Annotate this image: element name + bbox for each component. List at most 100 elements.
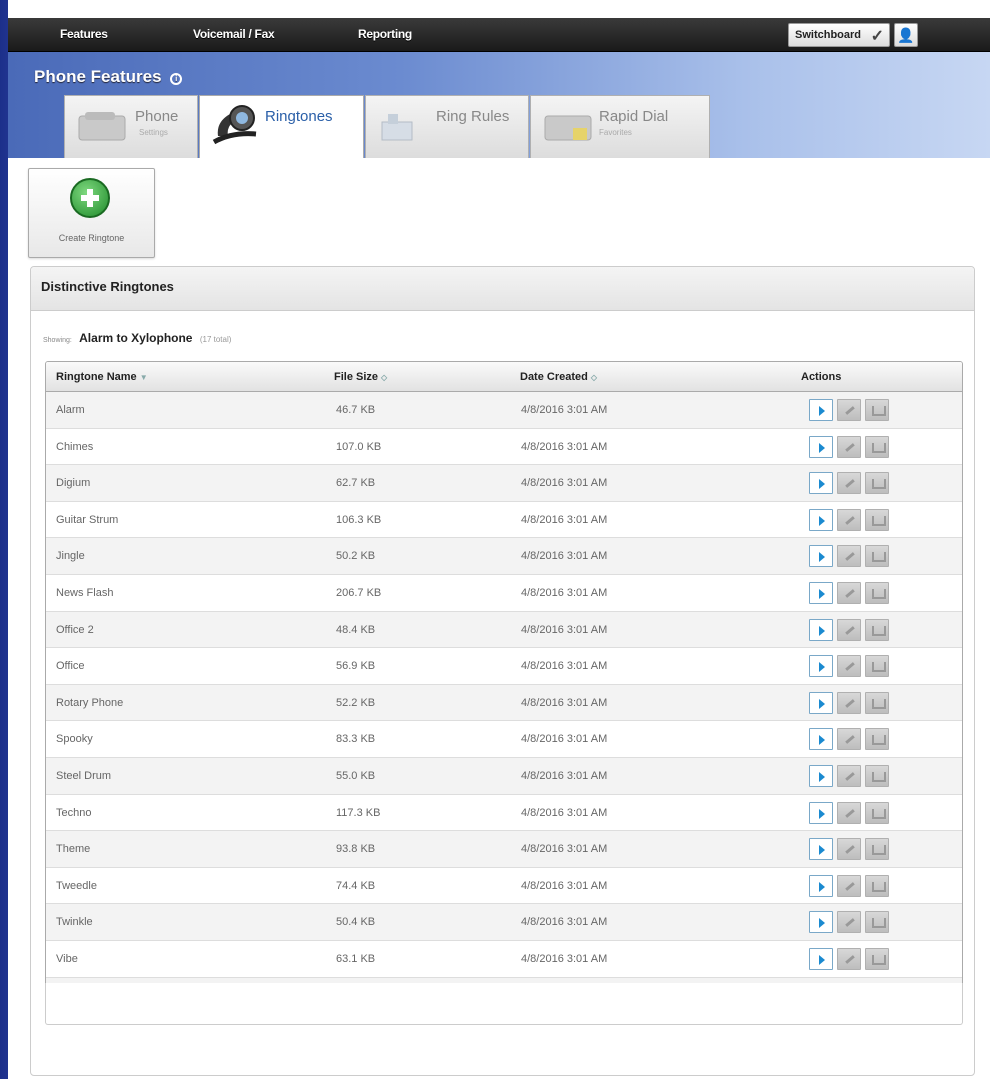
play-button[interactable] — [809, 728, 833, 751]
ringtone-name-cell: Office 2 — [56, 623, 94, 636]
date-created-cell: 4/8/2016 3:01 AM — [521, 733, 608, 746]
file-size-cell: 74.4 KB — [336, 879, 376, 892]
delete-button[interactable] — [865, 545, 889, 568]
play-button[interactable] — [809, 618, 833, 641]
tab-ringtones[interactable]: Ringtones — [199, 95, 364, 159]
delete-button[interactable] — [865, 764, 889, 787]
edit-button[interactable] — [837, 801, 861, 824]
edit-button[interactable] — [837, 472, 861, 495]
column-header-name[interactable]: Ringtone Name ▼ — [56, 371, 148, 383]
play-button[interactable] — [809, 764, 833, 787]
edit-button[interactable] — [837, 581, 861, 604]
nav-voicemail-fax[interactable]: Voicemail / Fax — [193, 27, 275, 41]
sort-icon: ◇ — [590, 373, 598, 382]
ringtone-name-cell: Theme — [56, 843, 91, 856]
date-created-cell: 4/8/2016 3:01 AM — [521, 440, 608, 453]
edit-button[interactable] — [837, 728, 861, 751]
ring-rules-icon — [381, 114, 413, 141]
tab-phone-settings[interactable]: Phone Settings — [64, 95, 198, 159]
add-icon — [70, 178, 110, 218]
row-actions — [809, 838, 893, 861]
file-size-cell: 56.9 KB — [336, 660, 376, 673]
delete-button[interactable] — [865, 655, 889, 678]
date-created-cell: 4/8/2016 3:01 AM — [521, 404, 608, 416]
edit-button[interactable] — [837, 618, 861, 641]
play-button[interactable] — [809, 838, 833, 861]
edit-button[interactable] — [837, 435, 861, 458]
delete-button[interactable] — [865, 728, 889, 751]
play-button[interactable] — [809, 472, 833, 495]
showing-range: Alarm to Xylophone — [79, 331, 193, 345]
play-button[interactable] — [809, 911, 833, 934]
sort-icon: ▼ — [139, 373, 148, 382]
table-body: Alarm 46.7 KB 4/8/2016 3:01 AM Chimes 107.0 … — [46, 392, 962, 1015]
date-created-cell: 4/8/2016 3:01 AM — [521, 550, 608, 563]
edit-button[interactable] — [837, 545, 861, 568]
play-button[interactable] — [809, 508, 833, 531]
play-button[interactable] — [809, 399, 833, 421]
ringtone-name-cell: Alarm — [56, 404, 85, 416]
delete-button[interactable] — [865, 874, 889, 897]
edit-button[interactable] — [837, 691, 861, 714]
delete-button[interactable] — [865, 911, 889, 934]
tab-ring-rules[interactable]: Ring Rules — [365, 95, 529, 159]
delete-button[interactable] — [865, 618, 889, 641]
ringtone-name-cell: Spooky — [56, 733, 93, 746]
table-row: Spooky 83.3 KB 4/8/2016 3:01 AM — [46, 721, 962, 758]
delete-button[interactable] — [865, 947, 889, 970]
info-icon[interactable]: i — [170, 73, 183, 85]
play-button[interactable] — [809, 947, 833, 970]
edit-button[interactable] — [837, 947, 861, 970]
play-button[interactable] — [809, 545, 833, 568]
phone-icon — [78, 112, 126, 141]
switchboard-button[interactable]: Switchboard ✓ — [788, 23, 890, 47]
create-ringtone-button[interactable]: Create Ringtone — [28, 168, 155, 258]
nav-features[interactable]: Features — [60, 27, 108, 41]
play-button[interactable] — [809, 874, 833, 897]
edit-button[interactable] — [837, 874, 861, 897]
play-button[interactable] — [809, 581, 833, 604]
delete-button[interactable] — [865, 508, 889, 531]
delete-button[interactable] — [865, 801, 889, 824]
edit-button[interactable] — [837, 838, 861, 861]
nav-reporting[interactable]: Reporting — [358, 27, 412, 41]
row-actions — [809, 947, 893, 970]
file-size-cell: 52.2 KB — [336, 696, 376, 709]
tab-rapid-dial[interactable]: Rapid Dial Favorites — [530, 95, 710, 159]
delete-button[interactable] — [865, 838, 889, 861]
play-button[interactable] — [809, 435, 833, 458]
play-button[interactable] — [809, 801, 833, 824]
ringtone-name-cell: Steel Drum — [56, 769, 112, 782]
delete-button[interactable] — [865, 399, 889, 421]
date-created-cell: 4/8/2016 3:01 AM — [521, 586, 608, 599]
delete-button[interactable] — [865, 581, 889, 604]
column-header-size[interactable]: File Size ◇ — [334, 371, 387, 383]
delete-button[interactable] — [865, 435, 889, 458]
main-content: Create Ringtone Distinctive Ringtones Sh… — [8, 158, 990, 1079]
row-actions — [809, 874, 893, 897]
delete-button[interactable] — [865, 472, 889, 495]
play-button[interactable] — [809, 691, 833, 714]
ringtone-name-cell: Techno — [56, 806, 92, 819]
table-row: Alarm 46.7 KB 4/8/2016 3:01 AM — [46, 392, 962, 429]
play-button[interactable] — [809, 655, 833, 678]
edit-button[interactable] — [837, 764, 861, 787]
showing-prefix: Showing: — [43, 337, 72, 344]
edit-button[interactable] — [837, 399, 861, 421]
user-icon[interactable]: 👤 — [894, 23, 918, 47]
tab-label: Phone — [135, 108, 179, 125]
showing-total: (17 total) — [199, 335, 232, 344]
file-size-cell: 48.4 KB — [336, 623, 376, 636]
file-size-cell: 206.7 KB — [336, 586, 382, 599]
edit-button[interactable] — [837, 655, 861, 678]
edit-button[interactable] — [837, 508, 861, 531]
row-actions — [809, 911, 893, 934]
page-title: Phone Features i — [34, 67, 183, 87]
edit-button[interactable] — [837, 911, 861, 934]
delete-button[interactable] — [865, 691, 889, 714]
file-size-cell: 62.7 KB — [336, 477, 376, 490]
showing-summary: Showing: Alarm to Xylophone (17 total) — [43, 331, 231, 345]
column-header-date[interactable]: Date Created ◇ — [520, 371, 597, 383]
table-row: Theme 93.8 KB 4/8/2016 3:01 AM — [46, 831, 962, 868]
ringtone-name-cell: Chimes — [56, 440, 94, 453]
